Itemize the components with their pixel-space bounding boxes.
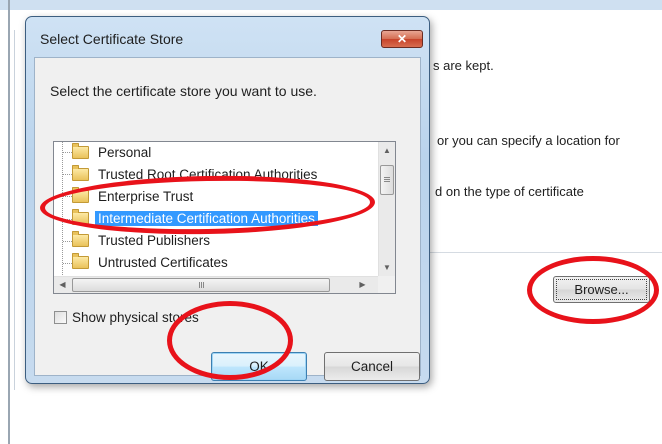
scrollbar-corner (378, 276, 395, 293)
folder-icon (72, 253, 89, 269)
background-border (8, 0, 10, 444)
select-certificate-store-dialog: Select Certificate Store ✕ Select the ce… (25, 16, 430, 384)
background-text-location: or you can specify a location for (437, 133, 620, 148)
dialog-body: Select the certificate store you want to… (34, 57, 421, 381)
folder-icon (72, 143, 89, 159)
tree-item-intermediate[interactable]: Intermediate Certification Authorities (72, 208, 318, 229)
tree-item-trusted-root[interactable]: Trusted Root Certification Authorities (72, 164, 320, 185)
scroll-down-arrow-icon[interactable]: ▼ (379, 259, 395, 276)
background-border-inner (14, 30, 15, 390)
show-physical-stores[interactable]: Show physical stores (54, 310, 199, 325)
folder-icon (72, 165, 89, 181)
dialog-prompt: Select the certificate store you want to… (50, 83, 317, 99)
tree-item-trusted-publishers[interactable]: Trusted Publishers (72, 230, 213, 251)
scroll-up-arrow-icon[interactable]: ▲ (379, 142, 395, 159)
scroll-right-arrow-icon[interactable]: ▶ (354, 277, 371, 293)
tree-item-label: Intermediate Certification Authorities (95, 211, 318, 226)
vertical-scroll-thumb[interactable] (380, 165, 394, 195)
folder-icon (72, 209, 89, 225)
dialog-title: Select Certificate Store (40, 31, 184, 47)
horizontal-scroll-thumb[interactable] (72, 278, 330, 292)
tree-item-label: Enterprise Trust (98, 189, 194, 204)
horizontal-scrollbar[interactable]: ◀ ▶ (54, 276, 380, 293)
tree-item-personal[interactable]: Personal (72, 142, 154, 163)
certificate-store-tree[interactable]: Personal Trusted Root Certification Auth… (53, 141, 396, 294)
tree-lines (62, 142, 63, 276)
tree-item-enterprise-trust[interactable]: Enterprise Trust (72, 186, 196, 207)
vertical-scrollbar[interactable]: ▲ ▼ (378, 142, 395, 276)
ok-button[interactable]: OK (211, 352, 307, 381)
folder-icon (72, 231, 89, 247)
tree-item-label: Untrusted Certificates (98, 255, 228, 270)
background-separator (430, 252, 662, 253)
background-text-type: d on the type of certificate (435, 184, 584, 199)
background-text-kept: s are kept. (433, 58, 494, 73)
show-physical-stores-checkbox[interactable] (54, 311, 67, 324)
tree-item-label: Trusted Publishers (98, 233, 211, 248)
tree-item-label: Personal (98, 145, 152, 160)
show-physical-stores-label: Show physical stores (72, 310, 199, 325)
folder-icon (72, 187, 89, 203)
scroll-left-arrow-icon[interactable]: ◀ (54, 277, 71, 293)
browse-button[interactable]: Browse... (553, 276, 650, 303)
cancel-button[interactable]: Cancel (324, 352, 420, 381)
tree-item-untrusted[interactable]: Untrusted Certificates (72, 252, 231, 273)
close-icon[interactable]: ✕ (381, 30, 423, 48)
tree-items: Personal Trusted Root Certification Auth… (54, 142, 380, 276)
tree-item-label: Trusted Root Certification Authorities (98, 167, 318, 182)
background-title-strip (0, 0, 662, 10)
